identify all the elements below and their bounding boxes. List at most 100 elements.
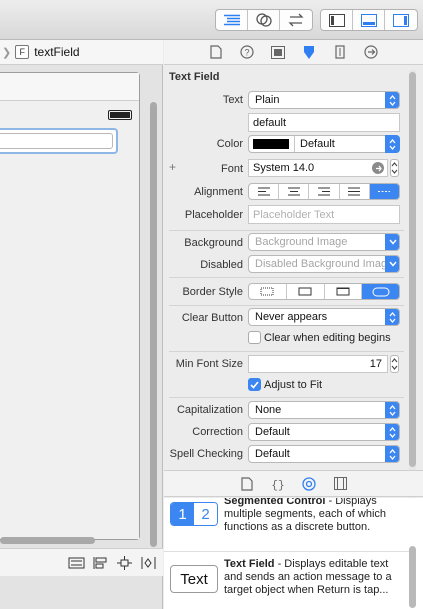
color-value: Default xyxy=(300,138,335,150)
background-image-placeholder: Background Image xyxy=(255,236,348,248)
library-item-title: Text Field xyxy=(224,558,275,570)
svg-text:?: ? xyxy=(244,48,249,58)
navigator-panel-icon[interactable] xyxy=(321,10,353,30)
popup-arrows-icon xyxy=(385,424,399,440)
clear-when-editing-label: Clear when editing begins xyxy=(264,332,391,344)
font-field[interactable]: System 14.0 xyxy=(248,159,388,177)
spell-checking-label: Spell Checking xyxy=(169,448,243,460)
clear-button-value: Never appears xyxy=(255,311,328,323)
jump-bar: ❯ F textField xyxy=(0,40,163,65)
font-size-stepper[interactable] xyxy=(390,159,399,177)
align-center-icon[interactable] xyxy=(279,184,310,199)
canvas-horizontal-scrollbar[interactable] xyxy=(0,537,95,544)
color-popup[interactable]: Default xyxy=(248,135,400,153)
align-left-icon[interactable] xyxy=(249,184,280,199)
size-inspector-icon[interactable] xyxy=(330,43,351,61)
object-library-list: 1 2 Segmented Control - Displays multipl… xyxy=(164,498,423,609)
version-editor-icon[interactable] xyxy=(280,10,312,30)
quick-help-icon[interactable]: ? xyxy=(237,43,258,61)
file-inspector-icon[interactable] xyxy=(206,43,227,61)
list-item[interactable]: Text Text Field - Displays editable text… xyxy=(164,558,409,609)
border-bezel-icon[interactable] xyxy=(325,284,363,299)
battery-icon xyxy=(108,110,132,120)
view-toggle-group xyxy=(320,9,418,31)
text-value-field[interactable]: default xyxy=(248,113,400,132)
align-icon[interactable] xyxy=(92,556,109,570)
popup-arrows-icon xyxy=(385,309,399,325)
border-line-icon[interactable] xyxy=(287,284,325,299)
placeholder-field[interactable]: Placeholder Text xyxy=(248,205,400,224)
canvas-bottom-bar xyxy=(0,548,163,576)
background-image-combo[interactable]: Background Image xyxy=(248,233,400,251)
text-label: Text xyxy=(222,94,243,106)
stack-icon[interactable] xyxy=(68,556,85,570)
resolve-auto-layout-icon[interactable] xyxy=(140,556,157,570)
text-field-icon: Text xyxy=(170,565,218,593)
interface-builder-canvas[interactable]: ❯ F textField xyxy=(0,40,163,609)
font-value: System 14.0 xyxy=(253,162,315,174)
min-font-size-field[interactable]: 17 xyxy=(248,355,388,373)
popup-arrows-icon xyxy=(385,402,399,418)
background-label: Background xyxy=(184,237,243,249)
chevron-down-icon[interactable] xyxy=(385,256,399,272)
correction-value: Default xyxy=(255,426,290,438)
attributes-inspector-icon[interactable] xyxy=(299,43,320,61)
selected-text-field[interactable] xyxy=(0,128,118,154)
inspector-scrollbar[interactable] xyxy=(409,70,416,510)
correction-popup[interactable]: Default xyxy=(248,423,400,441)
toolbar xyxy=(0,0,423,40)
library-scrollbar[interactable] xyxy=(409,498,416,609)
border-none-icon[interactable] xyxy=(249,284,287,299)
alignment-segmented-control xyxy=(248,183,400,200)
svg-text:{}: {} xyxy=(271,480,284,491)
list-item[interactable]: 1 2 Segmented Control - Displays multipl… xyxy=(164,498,409,549)
view-controller-scene[interactable] xyxy=(0,72,140,540)
identity-inspector-icon[interactable] xyxy=(268,43,289,61)
border-style-label: Border Style xyxy=(182,286,243,298)
utilities-panel-icon[interactable] xyxy=(385,10,417,30)
media-library-icon[interactable] xyxy=(330,475,351,493)
checkmark-icon xyxy=(250,380,259,389)
capitalization-popup[interactable]: None xyxy=(248,401,400,419)
adjust-to-fit-checkbox[interactable] xyxy=(248,378,261,391)
object-library-icon[interactable] xyxy=(299,475,320,493)
canvas-vertical-scrollbar[interactable] xyxy=(150,102,157,547)
alignment-label: Alignment xyxy=(194,186,243,198)
align-natural-icon[interactable] xyxy=(369,184,399,199)
font-picker-icon[interactable] xyxy=(372,162,384,174)
color-label: Color xyxy=(216,138,243,150)
disabled-label: Disabled xyxy=(200,259,243,271)
text-type-popup[interactable]: Plain xyxy=(248,91,400,109)
min-font-size-stepper[interactable] xyxy=(390,355,399,373)
section-title: Text Field xyxy=(169,71,220,83)
segmented-control-icon: 1 2 xyxy=(170,502,218,526)
file-template-icon[interactable] xyxy=(237,475,258,493)
font-label: Font xyxy=(220,163,243,175)
assistant-editor-icon[interactable] xyxy=(248,10,280,30)
clear-button-popup[interactable]: Never appears xyxy=(248,308,400,326)
add-variation-icon[interactable]: + xyxy=(169,160,176,174)
adjust-to-fit-label: Adjust to Fit xyxy=(264,379,323,391)
border-rounded-icon[interactable] xyxy=(362,284,399,299)
clear-when-editing-checkbox[interactable] xyxy=(248,331,261,344)
view-controller-view[interactable] xyxy=(0,101,139,539)
inspector-tabs: ? xyxy=(164,40,423,65)
border-style-segmented-control xyxy=(248,283,400,300)
disabled-image-combo[interactable]: Disabled Background Image xyxy=(248,255,400,273)
scene-header xyxy=(0,73,139,101)
chevron-down-icon[interactable] xyxy=(385,234,399,250)
pin-icon[interactable] xyxy=(116,556,133,570)
library-item-title: Segmented Control xyxy=(224,498,326,507)
code-snippet-icon[interactable]: {} xyxy=(268,475,289,493)
standard-editor-icon[interactable] xyxy=(216,10,248,30)
spell-checking-popup[interactable]: Default xyxy=(248,445,400,463)
clear-button-label: Clear Button xyxy=(181,312,243,324)
debug-area-icon[interactable] xyxy=(353,10,385,30)
popup-arrows-icon xyxy=(385,92,399,108)
popup-arrows-icon xyxy=(385,446,399,462)
align-justified-icon[interactable] xyxy=(340,184,370,199)
popup-arrows-icon xyxy=(385,135,400,153)
jump-bar-item-label[interactable]: textField xyxy=(34,45,79,59)
align-right-icon[interactable] xyxy=(309,184,340,199)
connections-inspector-icon[interactable] xyxy=(361,43,382,61)
